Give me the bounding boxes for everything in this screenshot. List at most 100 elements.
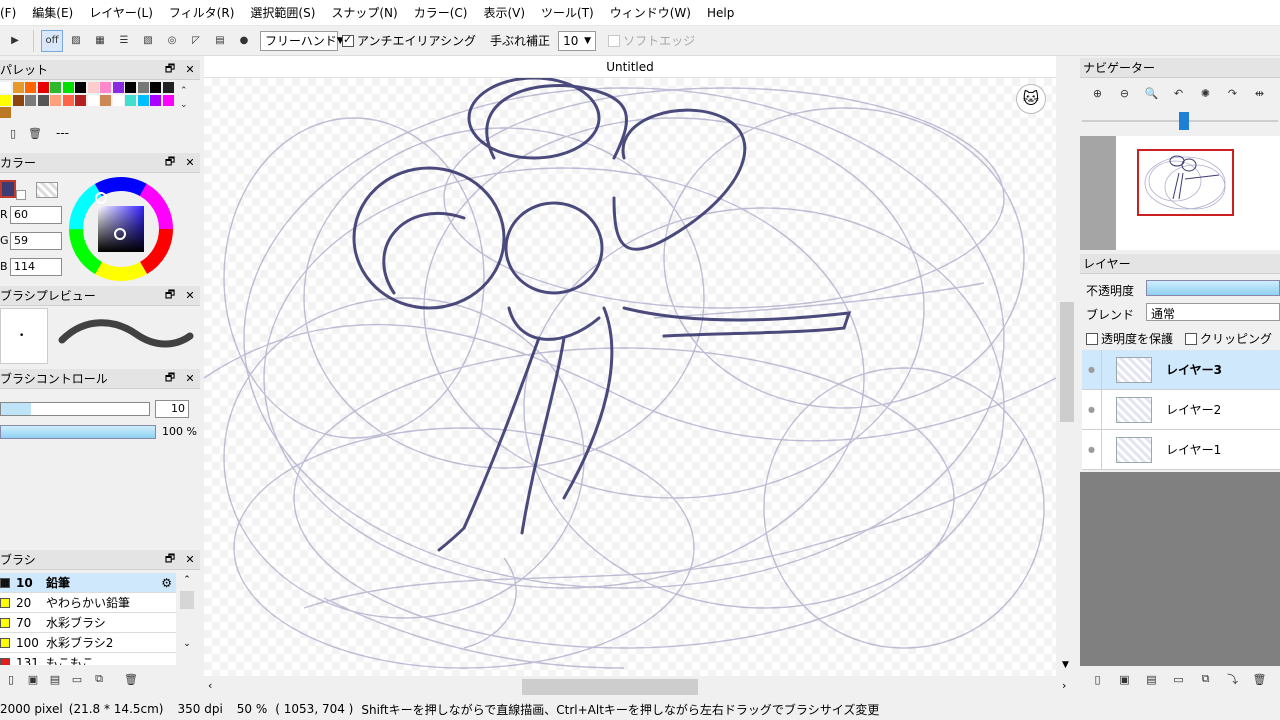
menu-item[interactable]: スナップ(N) bbox=[323, 4, 405, 21]
reset-rotation-icon[interactable]: ✺ bbox=[1192, 84, 1219, 102]
palette-swatch[interactable] bbox=[37, 82, 49, 93]
copy-brush-icon[interactable]: ⧉ bbox=[88, 670, 110, 688]
palette-swatch[interactable] bbox=[162, 94, 174, 106]
visibility-icon[interactable]: ● bbox=[1082, 350, 1102, 389]
b-input[interactable]: 114 bbox=[10, 258, 62, 276]
palette-swatch[interactable] bbox=[162, 82, 174, 93]
vertical-scroll-thumb[interactable] bbox=[1060, 302, 1074, 422]
menu-item[interactable]: 編集(E) bbox=[24, 4, 81, 21]
duplicate-layer-icon[interactable]: ⧉ bbox=[1192, 670, 1219, 688]
palette-swatch[interactable] bbox=[100, 82, 111, 93]
close-icon[interactable]: ✕ bbox=[180, 372, 200, 385]
drawing-canvas[interactable]: 🐱 bbox=[204, 78, 1056, 676]
menu-item[interactable]: Help bbox=[699, 6, 742, 20]
menu-item[interactable]: 表示(V) bbox=[475, 4, 533, 21]
zoom-out-icon[interactable]: ⊖ bbox=[1111, 84, 1138, 102]
zoom-in-icon[interactable]: ⊕ bbox=[1084, 84, 1111, 102]
scroll-down-icon[interactable]: ⌄ bbox=[178, 637, 196, 651]
trash-icon[interactable]: 🗑 bbox=[24, 124, 46, 142]
float-icon[interactable]: 🗗 bbox=[160, 286, 180, 305]
brush-item[interactable]: 100 水彩ブラシ2 bbox=[0, 633, 176, 653]
stroke-mode-select[interactable]: フリーハンド ▼ bbox=[260, 30, 344, 51]
brush-settings-icon[interactable]: ▣ bbox=[22, 670, 44, 688]
palette-swatch[interactable] bbox=[75, 94, 86, 106]
horizontal-ruler-icon[interactable]: ☰ bbox=[113, 30, 135, 52]
rotate-right-icon[interactable]: ↷ bbox=[1219, 84, 1246, 102]
new-brush-icon[interactable]: ▯ bbox=[0, 670, 22, 688]
zoom-slider-thumb[interactable] bbox=[1179, 112, 1189, 130]
ruler-off-button[interactable]: off bbox=[41, 29, 63, 52]
palette-swatch[interactable] bbox=[25, 82, 36, 93]
layer-row[interactable]: ● レイヤー1 bbox=[1082, 430, 1280, 470]
g-input[interactable]: 59 bbox=[10, 232, 62, 250]
scroll-left-icon[interactable]: ‹ bbox=[208, 679, 212, 692]
close-icon[interactable]: ✕ bbox=[180, 553, 200, 566]
brush-item[interactable]: 131 もこもこ bbox=[0, 653, 176, 665]
float-icon[interactable]: 🗗 bbox=[160, 369, 180, 388]
grid-ruler-icon[interactable]: ▦ bbox=[89, 30, 111, 52]
layer-row[interactable]: ● レイヤー2 bbox=[1082, 390, 1280, 430]
curve-ruler-icon[interactable]: ◸ bbox=[185, 30, 207, 52]
close-icon[interactable]: ✕ bbox=[180, 156, 200, 169]
zoom-fit-icon[interactable]: 🔍 bbox=[1138, 84, 1165, 102]
transparent-color-swatch[interactable] bbox=[36, 182, 58, 198]
layer-opacity-slider[interactable] bbox=[1146, 280, 1280, 296]
palette-swatch[interactable] bbox=[100, 94, 111, 106]
brush-size-input[interactable]: 10 bbox=[155, 400, 189, 418]
palette-swatch[interactable] bbox=[137, 82, 149, 93]
palette-swatch[interactable] bbox=[50, 82, 61, 93]
palette-swatch[interactable] bbox=[125, 82, 136, 93]
palette-swatch[interactable] bbox=[150, 94, 161, 106]
new-1bit-layer-icon[interactable]: ▤ bbox=[1138, 670, 1165, 688]
menu-item[interactable]: (F) bbox=[0, 6, 24, 20]
background-color-swatch[interactable] bbox=[16, 190, 26, 200]
brush-opacity-slider[interactable] bbox=[0, 425, 156, 439]
trash-icon[interactable]: 🗑 bbox=[1246, 670, 1273, 688]
palette-swatch[interactable] bbox=[87, 94, 99, 106]
perspective-ruler-icon[interactable]: ▤ bbox=[209, 30, 231, 52]
parallel-ruler-icon[interactable]: ▨ bbox=[65, 30, 87, 52]
new-folder-icon[interactable]: ▭ bbox=[1165, 670, 1192, 688]
navigator-viewport[interactable] bbox=[1137, 149, 1234, 216]
folder-icon[interactable]: ▭ bbox=[66, 670, 88, 688]
new-palette-icon[interactable]: ▯ bbox=[2, 124, 24, 142]
play-icon[interactable]: ▶ bbox=[4, 30, 26, 52]
softedge-checkbox[interactable] bbox=[608, 34, 621, 47]
palette-swatch[interactable] bbox=[137, 94, 149, 106]
palette-swatch[interactable] bbox=[25, 94, 36, 106]
scroll-down-icon[interactable]: ▼ bbox=[1062, 660, 1069, 670]
float-icon[interactable]: 🗗 bbox=[160, 60, 180, 79]
layer-row[interactable]: ● レイヤー3 bbox=[1082, 350, 1280, 390]
concentric-ruler-icon[interactable]: ◎ bbox=[161, 30, 183, 52]
palette-swatch[interactable] bbox=[112, 82, 124, 93]
horizontal-scroll-thumb[interactable] bbox=[522, 679, 698, 695]
palette-swatch[interactable] bbox=[62, 82, 74, 93]
menu-item[interactable]: ウィンドウ(W) bbox=[602, 4, 699, 21]
menu-item[interactable]: 選択範囲(S) bbox=[242, 4, 323, 21]
palette-swatch[interactable] bbox=[87, 82, 99, 93]
palette-swatch[interactable] bbox=[37, 94, 49, 106]
brush-size-slider[interactable] bbox=[0, 402, 150, 416]
scroll-right-icon[interactable]: › bbox=[1062, 679, 1066, 692]
protect-alpha-checkbox[interactable] bbox=[1086, 332, 1098, 345]
visibility-icon[interactable]: ● bbox=[1082, 390, 1102, 429]
antialias-checkbox[interactable] bbox=[342, 33, 354, 47]
palette-swatch[interactable] bbox=[12, 94, 24, 106]
float-icon[interactable]: 🗗 bbox=[160, 153, 180, 172]
menu-item[interactable]: フィルタ(R) bbox=[161, 4, 242, 21]
clipping-checkbox[interactable] bbox=[1185, 332, 1198, 345]
palette-swatch[interactable] bbox=[75, 82, 86, 93]
visibility-icon[interactable]: ● bbox=[1082, 430, 1102, 469]
brush-item[interactable]: 20 やわらかい鉛筆 bbox=[0, 593, 176, 613]
canvas-horizontal-scrollbar[interactable]: ‹ › bbox=[204, 676, 1080, 698]
foreground-color-swatch[interactable] bbox=[0, 180, 16, 198]
palette-swatch[interactable] bbox=[0, 107, 11, 118]
brush-list-scrollbar[interactable]: ⌃ ⌄ bbox=[178, 573, 196, 665]
palette-swatch[interactable] bbox=[0, 94, 11, 106]
palette-swatch[interactable] bbox=[125, 94, 136, 106]
trash-icon[interactable]: 🗑 bbox=[120, 670, 142, 688]
brush-item[interactable]: 10 鉛筆 ⚙ bbox=[0, 573, 176, 593]
float-icon[interactable]: 🗗 bbox=[160, 550, 180, 569]
color-wheel[interactable] bbox=[68, 176, 174, 282]
flip-icon[interactable]: ⇹ bbox=[1246, 84, 1273, 102]
